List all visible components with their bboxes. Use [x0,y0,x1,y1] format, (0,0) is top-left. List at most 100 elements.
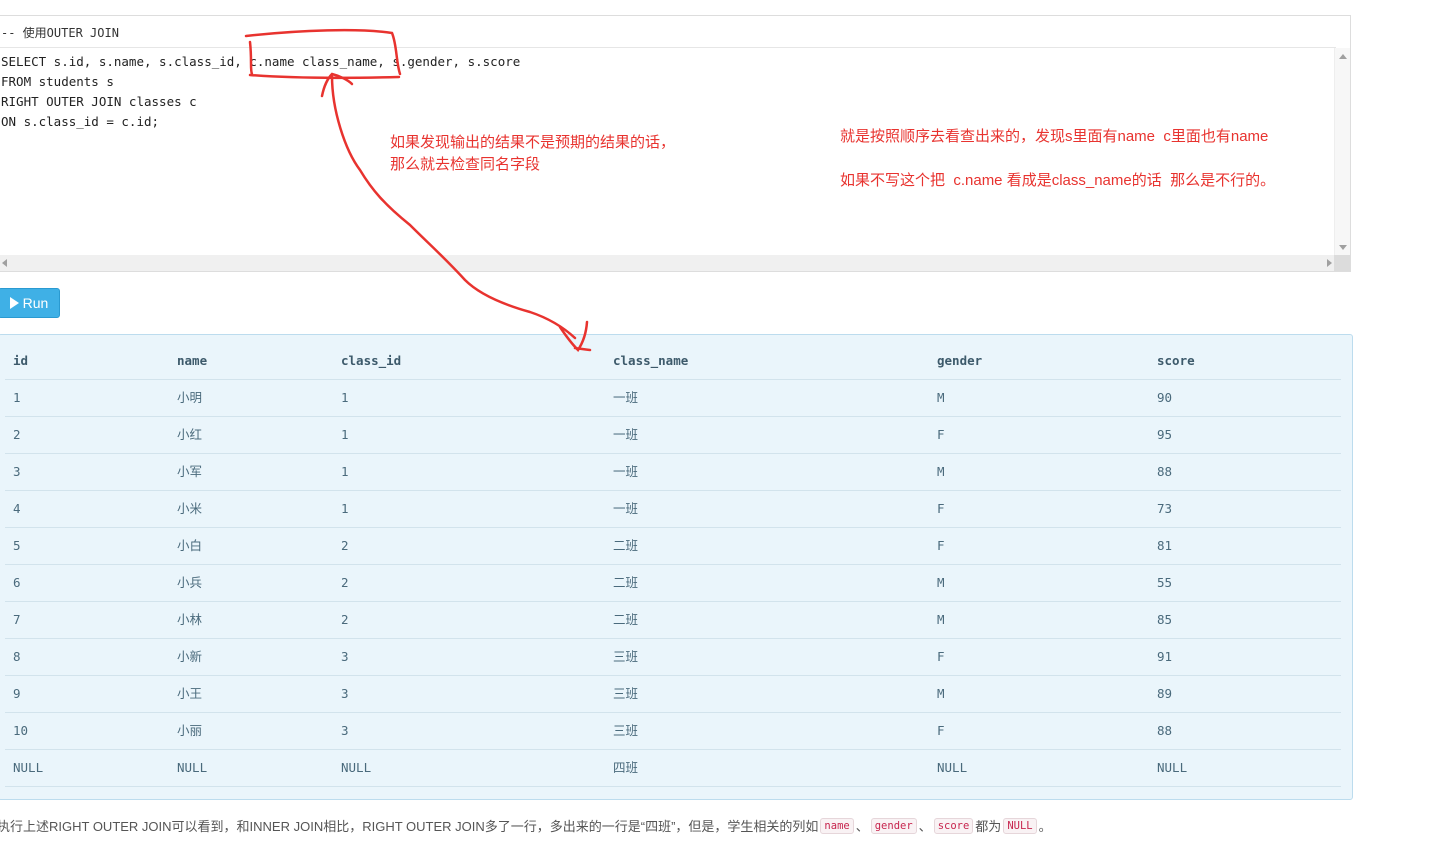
cell-class-name: 四班 [613,761,639,775]
scroll-left-icon[interactable] [2,259,7,267]
editor-divider [0,47,1336,48]
cell-gender: M [937,575,945,590]
cell-gender: M [937,686,945,701]
table-row: 4 小米 1 一班 F 73 [5,491,1341,528]
column-header-score: score [1157,353,1195,368]
cell-name: 小军 [177,465,203,479]
code-line-1: SELECT s.id, s.name, s.class_id, c.name … [1,54,521,69]
table-row: 9 小王 3 三班 M 89 [5,676,1341,713]
cell-id: 10 [13,723,29,738]
cell-id: 2 [13,427,21,442]
cell-gender: M [937,612,945,627]
cell-gender: M [937,464,945,479]
scroll-up-icon[interactable] [1339,54,1347,59]
cell-class-id: 3 [341,649,349,664]
cell-class-id: 3 [341,723,349,738]
cell-score: 95 [1157,427,1173,442]
cell-class-id: 1 [341,501,349,516]
cell-gender: F [937,723,945,738]
explanation-mid: 都为 [975,819,1002,834]
cell-id: 1 [13,390,21,405]
code-line-3: RIGHT OUTER JOIN classes c [1,94,197,109]
cell-id: 9 [13,686,21,701]
code-line-2: FROM students s [1,74,114,89]
cell-name: 小新 [177,650,203,664]
cell-class-name: 三班 [613,724,639,738]
cell-id: 8 [13,649,21,664]
cell-class-id: 1 [341,464,349,479]
inline-code-name: name [820,817,854,834]
cell-class-name: 一班 [613,391,639,405]
cell-score: 55 [1157,575,1173,590]
cell-gender: F [937,501,945,516]
cell-id: 5 [13,538,21,553]
cell-name: NULL [177,760,208,775]
column-header-class-id: class_id [341,353,402,368]
cell-class-id: 1 [341,427,349,442]
table-header-row: id name class_id class_name gender score [5,343,1341,380]
editor-comment: -- 使用OUTER JOIN [1,26,119,40]
cell-name: 小丽 [177,724,203,738]
cell-class-id: 2 [341,612,349,627]
code-line-4: ON s.class_id = c.id; [1,114,160,129]
cell-score: 88 [1157,464,1173,479]
run-button[interactable]: Run [0,288,60,318]
cell-score: 85 [1157,612,1173,627]
cell-name: 小白 [177,539,203,553]
explanation-end: 。 [1038,819,1052,834]
cell-id: NULL [13,760,44,775]
cell-class-name: 二班 [613,613,639,627]
explanation-paragraph: 执行上述RIGHT OUTER JOIN可以看到，和INNER JOIN相比，R… [0,816,1052,835]
table-row: 8 小新 3 三班 F 91 [5,639,1341,676]
cell-class-name: 二班 [613,539,639,553]
inline-code-gender: gender [870,817,917,834]
explanation-text: 执行上述RIGHT OUTER JOIN可以看到，和INNER JOIN相比，R… [0,819,819,834]
cell-id: 6 [13,575,21,590]
table-row: NULL NULL NULL 四班 NULL NULL [5,750,1341,787]
cell-class-name: 一班 [613,428,639,442]
table-row: 7 小林 2 二班 M 85 [5,602,1341,639]
cell-class-id: NULL [341,760,372,775]
cell-class-name: 二班 [613,576,639,590]
table-row: 3 小军 1 一班 M 88 [5,454,1341,491]
cell-class-name: 一班 [613,465,639,479]
cell-score: 81 [1157,538,1173,553]
cell-name: 小红 [177,428,203,442]
cell-gender: F [937,427,945,442]
cell-score: 73 [1157,501,1173,516]
cell-score: 89 [1157,686,1173,701]
cell-score: 88 [1157,723,1173,738]
separator: 、 [855,819,869,834]
cell-score: 91 [1157,649,1173,664]
cell-name: 小明 [177,391,203,405]
cell-class-id: 2 [341,538,349,553]
cell-name: 小林 [177,613,203,627]
scroll-right-icon[interactable] [1327,259,1332,267]
annotation-middle: 如果发现输出的结果不是预期的结果的话， 那么就去检查同名字段 [390,134,676,173]
separator: 、 [918,819,932,834]
code-area[interactable]: SELECT s.id, s.name, s.class_id, c.name … [1,52,520,132]
column-header-id: id [13,353,29,368]
cell-id: 7 [13,612,21,627]
vertical-scrollbar[interactable] [1334,48,1350,256]
result-table: id name class_id class_name gender score… [0,334,1353,800]
column-header-class-name: class_name [613,353,689,368]
cell-class-id: 2 [341,575,349,590]
run-button-label: Run [22,295,49,311]
column-header-name: name [177,353,208,368]
scroll-down-icon[interactable] [1339,245,1347,250]
horizontal-scrollbar[interactable] [0,255,1336,271]
cell-class-name: 一班 [613,502,639,516]
annotation-right-1: 就是按照顺序去看查出来的，发现s里面有name c里面也有name [840,128,1269,145]
cell-gender: F [937,649,945,664]
inline-code-score: score [933,817,974,834]
table-row: 5 小白 2 二班 F 81 [5,528,1341,565]
table-row: 6 小兵 2 二班 M 55 [5,565,1341,602]
cell-name: 小兵 [177,576,203,590]
table-row: 10 小丽 3 三班 F 88 [5,713,1341,750]
annotation-right-2: 如果不写这个把 c.name 看成是class_name的话 那么是不行的。 [840,172,1276,189]
table-row: 1 小明 1 一班 M 90 [5,380,1341,417]
cell-score: 90 [1157,390,1173,405]
cell-class-name: 三班 [613,650,639,664]
scrollbar-corner [1334,255,1350,271]
